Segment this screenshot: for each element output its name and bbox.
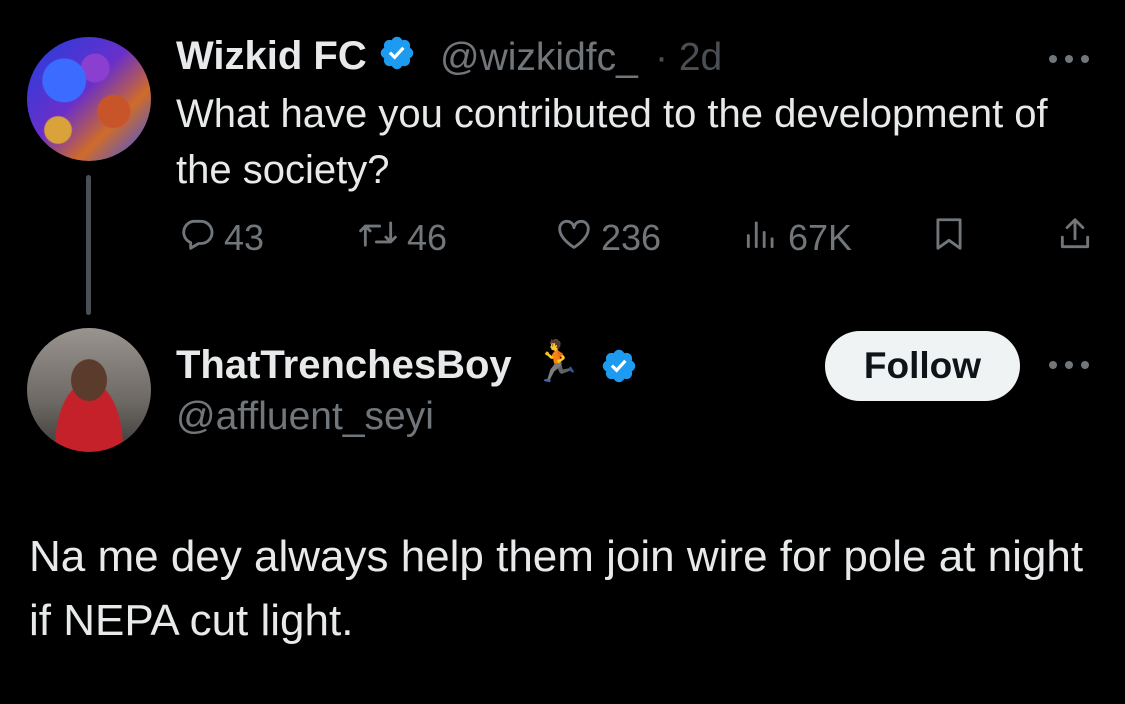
- share-button[interactable]: [1056, 217, 1094, 258]
- verified-badge-icon: [600, 347, 638, 390]
- like-button[interactable]: 236: [555, 217, 662, 258]
- views-count: 67K: [788, 217, 853, 258]
- more-icon[interactable]: [1047, 52, 1091, 71]
- heart-icon: [555, 215, 593, 262]
- reply-count: 43: [224, 217, 265, 258]
- avatar-wizkidfc[interactable]: [27, 37, 151, 161]
- avatar-affluent-seyi[interactable]: [27, 328, 151, 452]
- runner-emoji: 🏃: [532, 340, 582, 384]
- author-name-text: Wizkid FC: [176, 34, 367, 78]
- tweet-text-2: Na me dey always help them join wire for…: [29, 532, 1084, 645]
- more-icon[interactable]: [1047, 358, 1091, 377]
- reply-button[interactable]: 43: [178, 217, 265, 258]
- repost-button[interactable]: 46: [357, 217, 448, 258]
- share-icon: [1056, 215, 1094, 262]
- reply-icon: [178, 215, 216, 262]
- follow-button[interactable]: Follow: [825, 331, 1020, 401]
- views-icon: [742, 215, 780, 262]
- bookmark-icon: [932, 215, 966, 262]
- views-button[interactable]: 67K: [742, 217, 853, 258]
- bookmark-button[interactable]: [932, 217, 966, 258]
- author-handle-2[interactable]: @affluent_seyi: [176, 395, 434, 439]
- repost-count: 46: [407, 217, 448, 258]
- author-handle[interactable]: @wizkidfc_: [440, 36, 638, 80]
- post-timestamp[interactable]: · 2d: [655, 36, 722, 80]
- tweet-text: What have you contributed to the develop…: [176, 92, 1048, 192]
- verified-badge-icon: [378, 34, 416, 82]
- author-name[interactable]: Wizkid FC: [176, 34, 416, 82]
- repost-icon: [357, 215, 399, 262]
- like-count: 236: [601, 217, 662, 258]
- author-name-text-2[interactable]: ThatTrenchesBoy: [176, 343, 512, 388]
- thread-connector-line: [86, 175, 91, 315]
